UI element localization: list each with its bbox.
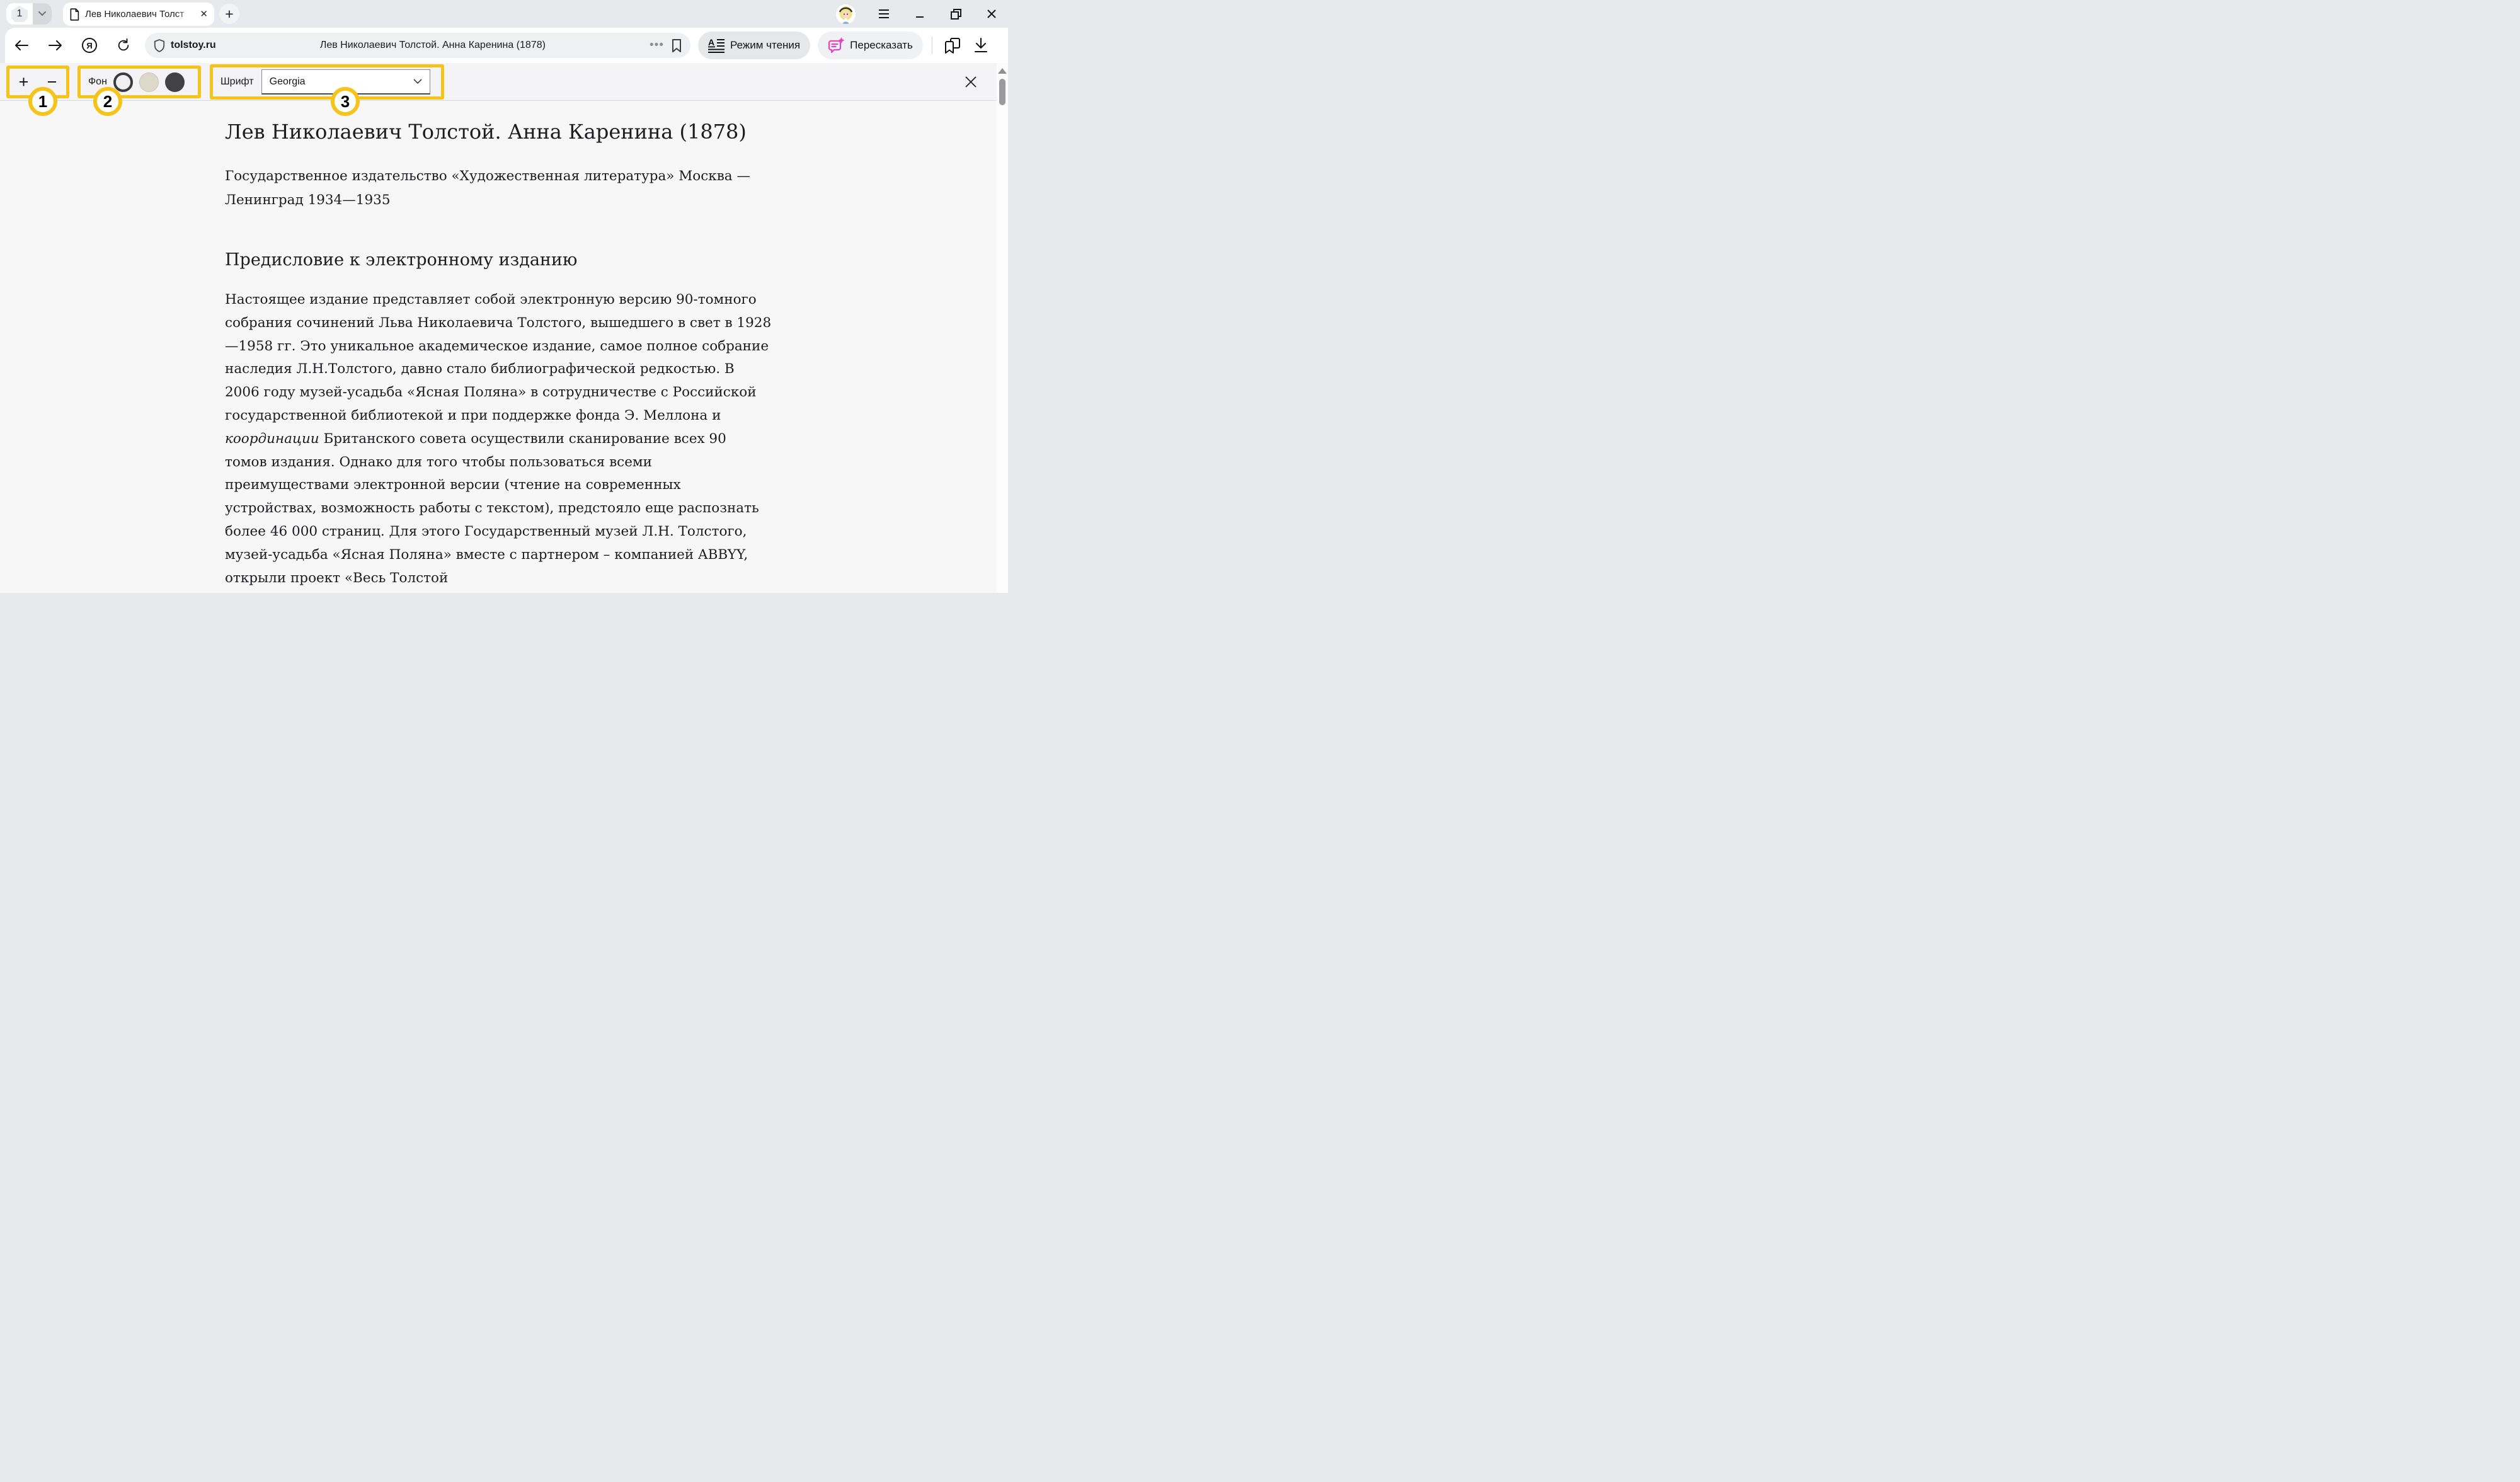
reading-mode-icon: A	[708, 38, 725, 53]
paragraph-text: Настоящее издание представляет собой эле…	[225, 292, 771, 423]
chevron-down-icon[interactable]	[33, 3, 52, 25]
paragraph-italic: координации	[225, 431, 319, 447]
reader-close-button[interactable]	[963, 74, 979, 90]
tab-title: Лев Николаевич Толст	[85, 9, 197, 20]
tab-counter-button[interactable]: 1	[6, 3, 52, 25]
callout-1: 1	[28, 87, 57, 116]
section-heading: Предисловие к электронному изданию	[225, 250, 772, 270]
bookmark-icon[interactable]	[672, 39, 682, 52]
tab-count: 1	[6, 3, 33, 25]
highlight-box-font: Шрифт Georgia	[210, 64, 444, 100]
tab-close-icon[interactable]: ✕	[200, 9, 208, 19]
retell-icon	[828, 37, 845, 54]
retell-button[interactable]: Пересказать	[818, 32, 923, 59]
article-title: Лев Николаевич Толстой. Анна Каренина (1…	[225, 120, 772, 144]
site-domain: tolstoy.ru	[171, 40, 216, 51]
shield-icon	[154, 39, 165, 52]
browser-tab[interactable]: Лев Николаевич Толст ✕	[63, 3, 214, 26]
yandex-icon[interactable]: Я	[82, 38, 97, 53]
scrollbar	[997, 63, 1008, 593]
avatar[interactable]	[836, 4, 856, 24]
collections-icon[interactable]	[944, 37, 961, 54]
download-icon[interactable]	[973, 37, 989, 54]
reader-content: Лев Николаевич Толстой. Анна Каренина (1…	[0, 101, 997, 593]
background-label: Фон	[88, 76, 107, 88]
reader-toolbar: + − Фон Шрифт Georgia 1 2 3	[0, 63, 997, 101]
paragraph: Настоящее издание представляет собой эле…	[225, 289, 772, 590]
callout-2: 2	[93, 87, 122, 116]
font-label: Шрифт	[220, 76, 254, 88]
bg-option-sepia[interactable]	[139, 72, 159, 92]
retell-label: Пересказать	[850, 39, 913, 52]
scroll-up-arrow[interactable]	[998, 68, 1007, 74]
address-page-title: Лев Николаевич Толстой. Анна Каренина (1…	[216, 40, 650, 51]
navigation-bar: Я tolstoy.ru Лев Николаевич Толстой. Анн…	[5, 28, 1008, 63]
reload-icon[interactable]	[116, 38, 131, 53]
minimize-icon[interactable]	[912, 6, 927, 21]
bg-option-light[interactable]	[113, 72, 133, 92]
font-select-value: Georgia	[270, 76, 306, 88]
callout-3: 3	[331, 87, 360, 116]
back-icon[interactable]	[14, 38, 29, 53]
bg-option-dark[interactable]	[165, 72, 185, 92]
maximize-icon[interactable]	[948, 6, 963, 21]
more-icon[interactable]: •••	[650, 38, 664, 52]
chevron-down-icon	[413, 79, 422, 84]
reading-mode-label: Режим чтения	[730, 39, 800, 52]
tab-count-badge: 1	[11, 6, 28, 22]
reading-mode-button[interactable]: A Режим чтения	[698, 32, 810, 59]
scrollbar-thumb[interactable]	[999, 79, 1005, 105]
menu-icon[interactable]	[876, 6, 891, 21]
tab-strip: 1 Лев Николаевич Толст ✕ +	[0, 0, 1008, 28]
browser-window: { "window": { "tab_count": "1", "tab_tit…	[0, 0, 1008, 593]
address-bar[interactable]: tolstoy.ru Лев Николаевич Толстой. Анна …	[145, 33, 690, 58]
forward-icon[interactable]	[48, 38, 63, 53]
document-icon	[69, 8, 79, 21]
close-window-icon[interactable]	[984, 6, 999, 21]
new-tab-button[interactable]: +	[219, 4, 239, 24]
publisher-line: Государственное издательство «Художестве…	[225, 164, 772, 212]
window-controls	[836, 0, 999, 28]
zoom-in-button[interactable]: +	[19, 74, 29, 91]
svg-text:A: A	[708, 38, 714, 47]
paragraph-text: Британского совета осуществили сканирова…	[225, 431, 759, 586]
